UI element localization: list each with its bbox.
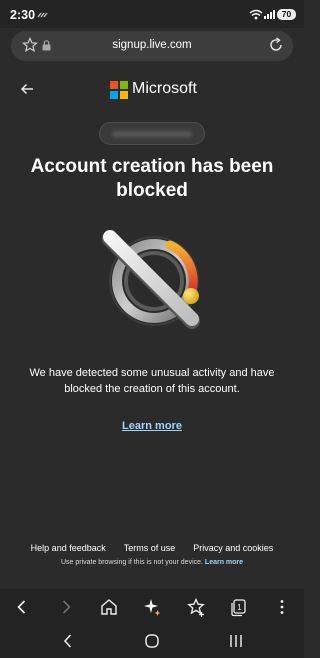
back-icon[interactable] bbox=[12, 597, 32, 617]
status-bar: 2:30 70 bbox=[0, 0, 304, 28]
privacy-cookies-link[interactable]: Privacy and cookies bbox=[193, 543, 273, 553]
browser-toolbar: 1 bbox=[0, 589, 304, 625]
notification-icon bbox=[37, 12, 48, 18]
more-icon[interactable] bbox=[272, 597, 292, 617]
signal-icon bbox=[264, 10, 275, 19]
terms-of-use-link[interactable]: Terms of use bbox=[124, 543, 176, 553]
footer-note: Use private browsing if this is not your… bbox=[0, 559, 304, 566]
microsoft-logo-icon bbox=[110, 81, 128, 99]
system-home-icon[interactable] bbox=[144, 632, 160, 650]
brand-name: Microsoft bbox=[132, 80, 197, 97]
status-time: 2:30 bbox=[10, 8, 36, 22]
tab-count: 1 bbox=[237, 603, 242, 612]
ai-sparkle-icon[interactable] bbox=[142, 597, 162, 617]
forward-icon[interactable] bbox=[56, 597, 76, 617]
system-back-icon[interactable] bbox=[60, 632, 76, 650]
redacted-email bbox=[99, 122, 205, 145]
redacted-email-blur bbox=[112, 131, 192, 137]
url-text[interactable]: signup.live.com bbox=[11, 39, 293, 51]
learn-more-link[interactable]: Learn more bbox=[0, 420, 304, 432]
footer-learn-more-link[interactable]: Learn more bbox=[205, 559, 243, 566]
reload-icon[interactable] bbox=[268, 37, 284, 53]
back-arrow-icon[interactable] bbox=[18, 80, 36, 98]
tabs-icon[interactable]: 1 bbox=[229, 597, 249, 617]
favorites-icon[interactable] bbox=[186, 597, 206, 617]
block-message: We have detected some unusual activity a… bbox=[29, 367, 275, 395]
help-feedback-link[interactable]: Help and feedback bbox=[31, 543, 106, 553]
system-recents-icon[interactable] bbox=[228, 632, 244, 650]
blocked-illustration-icon bbox=[102, 230, 200, 329]
wifi-icon bbox=[249, 9, 263, 20]
system-nav-bar bbox=[0, 625, 304, 658]
footer-links: Help and feedback Terms of use Privacy a… bbox=[0, 543, 304, 553]
address-bar[interactable]: signup.live.com bbox=[11, 31, 293, 61]
battery-indicator: 70 bbox=[277, 9, 296, 20]
private-browsing-note: Use private browsing if this is not your… bbox=[60, 559, 203, 566]
home-icon[interactable] bbox=[99, 597, 119, 617]
page-title: Account creation has been blocked bbox=[30, 156, 274, 201]
